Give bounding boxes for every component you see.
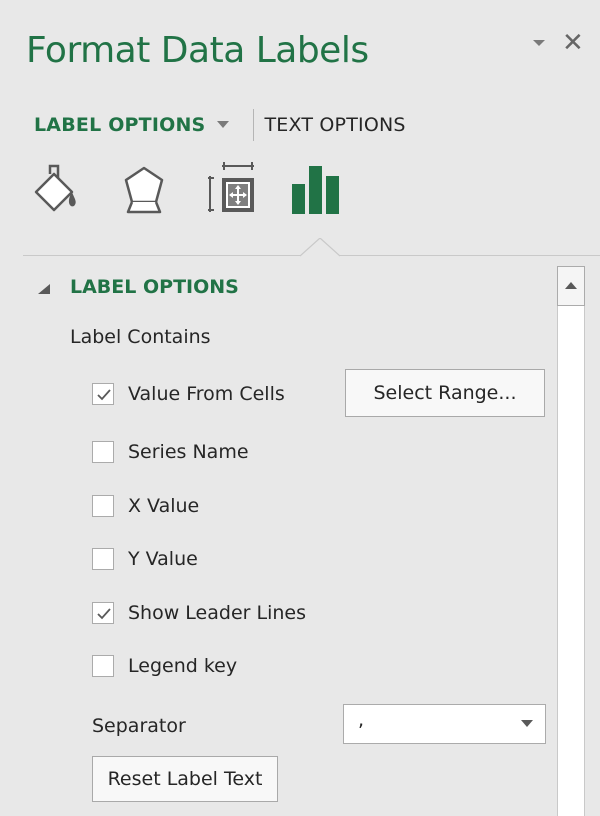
reset-label-text-button[interactable]: Reset Label Text	[92, 756, 278, 802]
checkbox-x-value[interactable]: X Value	[92, 493, 199, 519]
format-pane: Format Data Labels ✕ LABEL OPTIONS TEXT …	[0, 0, 600, 816]
fill-line-icon[interactable]	[32, 162, 88, 218]
pane-options-icon[interactable]	[532, 36, 546, 50]
checkbox-label: X Value	[128, 495, 200, 517]
tab-text-options[interactable]: TEXT OPTIONS	[264, 114, 405, 136]
options-tabs: LABEL OPTIONS TEXT OPTIONS	[34, 108, 406, 142]
label-options-icon[interactable]	[290, 162, 346, 218]
checkbox-label: Show Leader Lines	[128, 602, 306, 624]
tab-label-options[interactable]: LABEL OPTIONS	[34, 114, 230, 136]
select-range-button[interactable]: Select Range...	[345, 369, 545, 417]
separator-label: Separator	[92, 715, 186, 737]
scroll-up-icon	[565, 282, 577, 289]
chevron-down-icon[interactable]	[217, 120, 230, 130]
size-properties-icon[interactable]	[208, 162, 264, 218]
check-icon	[97, 608, 111, 620]
check-icon	[97, 389, 111, 401]
section-title[interactable]: LABEL OPTIONS	[70, 276, 239, 298]
checkbox-box[interactable]	[92, 495, 114, 517]
checkbox-box[interactable]	[92, 655, 114, 677]
checkbox-show-leader-lines[interactable]: Show Leader Lines	[92, 600, 306, 626]
effects-icon[interactable]	[120, 162, 176, 218]
checkbox-legend-key[interactable]: Legend key	[92, 653, 237, 679]
tab-label-options-label: LABEL OPTIONS	[34, 114, 206, 136]
scroll-up-button[interactable]	[557, 266, 585, 306]
collapse-arrow-icon[interactable]	[38, 284, 50, 294]
checkbox-label: Value From Cells	[128, 383, 285, 405]
checkbox-value-from-cells[interactable]: Value From Cells	[92, 381, 285, 407]
checkbox-label: Y Value	[128, 548, 198, 570]
active-tab-indicator	[300, 238, 340, 257]
chevron-down-icon[interactable]	[521, 720, 533, 728]
pane-title: Format Data Labels	[26, 30, 369, 71]
checkbox-box[interactable]	[92, 441, 114, 463]
separator-value: ,	[358, 709, 365, 731]
close-icon[interactable]: ✕	[562, 30, 584, 56]
checkbox-label: Series Name	[128, 441, 249, 463]
checkbox-box[interactable]	[92, 602, 114, 624]
separator-dropdown[interactable]: ,	[343, 704, 546, 744]
scrollbar-thumb[interactable]	[558, 306, 584, 816]
tab-divider	[253, 109, 255, 141]
label-contains-heading: Label Contains	[70, 326, 211, 348]
checkbox-box[interactable]	[92, 383, 114, 405]
checkbox-label: Legend key	[128, 655, 238, 677]
checkbox-box[interactable]	[92, 548, 114, 570]
checkbox-y-value[interactable]: Y Value	[92, 546, 198, 572]
checkbox-series-name[interactable]: Series Name	[92, 439, 249, 465]
